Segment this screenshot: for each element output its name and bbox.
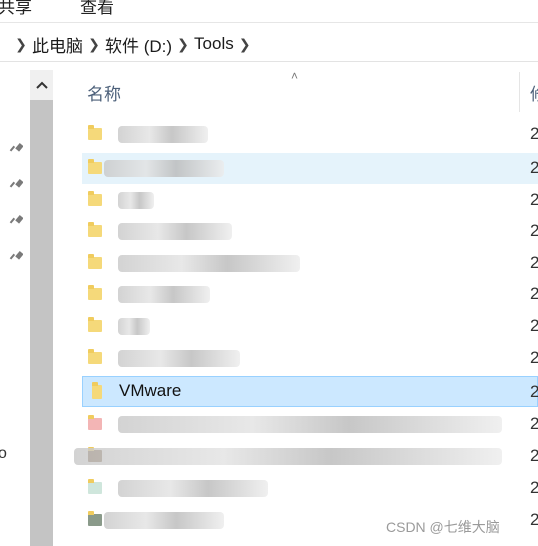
ribbon: 共享 查看 [0,0,538,22]
date-modified: 2 [530,382,538,401]
list-item[interactable]: 2 [82,473,538,504]
date-modified: 2 [530,316,538,335]
date-modified: 2 [530,124,538,143]
list-item[interactable]: 2 [82,185,538,216]
address-bar[interactable]: ❯ 此电脑 ❯ 软件 (D:) ❯ Tools ❯ [0,27,538,62]
list-item[interactable]: 2 [82,248,538,279]
list-item[interactable]: 2 [82,409,538,440]
folder-icon [88,222,102,237]
redacted-name [118,223,232,240]
list-item[interactable]: 2 [82,119,538,150]
list-item[interactable]: 2 [82,279,538,310]
column-name[interactable]: 名称 [87,80,121,105]
file-icon [88,479,102,494]
pin-icon[interactable] [9,142,23,156]
column-modified[interactable]: 修 [530,80,538,105]
chevron-right-icon[interactable]: ❯ [172,36,194,53]
folder-icon [88,317,102,332]
folder-icon [88,285,102,300]
nav-item-label[interactable]: o [0,445,7,463]
date-modified: 2 [530,414,538,433]
date-modified: 2 [530,190,538,209]
file-icon [88,415,102,430]
redacted-name [118,255,300,272]
list-item[interactable]: 2 [82,343,538,374]
file-name[interactable]: VMware [119,381,181,401]
list-item[interactable]: 2 [82,153,538,184]
redacted-name [74,448,502,465]
redacted-name [118,318,150,335]
nav-scrollbar[interactable] [30,70,53,546]
redacted-name [118,480,268,497]
redacted-name [104,512,224,529]
list-item[interactable]: 2 [82,216,538,247]
list-item[interactable]: 2 [74,441,538,472]
folder-icon [88,349,102,364]
column-divider[interactable] [519,72,520,112]
breadcrumb-tools[interactable]: Tools [194,34,234,54]
pin-icon[interactable] [9,250,23,264]
sort-up-icon: ˄ [291,69,299,83]
pin-icon[interactable] [9,178,23,192]
column-header: ˄ 名称 修 [78,69,538,112]
date-modified: 2 [530,221,538,240]
date-modified: 2 [530,253,538,272]
breadcrumb: ❯ 此电脑 ❯ 软件 (D:) ❯ Tools ❯ [10,27,256,61]
folder-icon [88,159,102,174]
list-item[interactable]: 2 [82,311,538,342]
folder-icon [92,382,102,399]
chevron-right-icon[interactable]: ❯ [83,36,105,53]
file-icon [88,511,102,526]
breadcrumb-drive-d[interactable]: 软件 (D:) [105,32,172,57]
date-modified: 2 [530,348,538,367]
chevron-right-icon[interactable]: ❯ [234,36,256,53]
redacted-name [104,160,224,177]
redacted-name [118,350,240,367]
ribbon-tab-view[interactable]: 查看 [80,0,114,18]
ribbon-divider [0,22,538,23]
date-modified: 2 [530,510,538,529]
chevron-up-icon[interactable] [30,70,53,100]
date-modified: 2 [530,284,538,303]
chevron-right-icon[interactable]: ❯ [10,36,32,53]
date-modified: 2 [530,446,538,465]
redacted-name [118,286,210,303]
scrollbar-thumb[interactable] [30,100,53,546]
date-modified: 2 [530,478,538,497]
list-item-selected[interactable]: VMware 2 [82,376,538,407]
breadcrumb-this-pc[interactable]: 此电脑 [32,32,83,57]
date-modified: 2 [530,158,538,177]
redacted-name [118,416,502,433]
watermark: CSDN @七维大脑 [386,519,500,535]
folder-icon [88,254,102,269]
folder-icon [88,125,102,140]
folder-icon [88,191,102,206]
redacted-name [118,192,154,209]
navigation-pane: o [0,62,30,546]
redacted-name [118,126,208,143]
ribbon-tab-share[interactable]: 共享 [0,0,32,18]
pin-icon[interactable] [9,214,23,228]
